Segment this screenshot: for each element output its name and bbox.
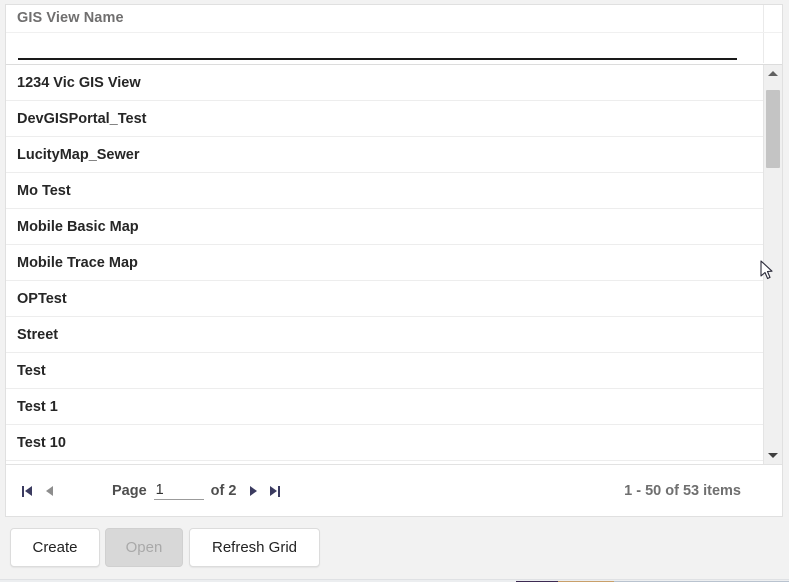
table-row[interactable]: Test 10: [6, 425, 763, 461]
table-row[interactable]: Test 1: [6, 389, 763, 425]
first-page-icon-bar: [22, 485, 24, 497]
gis-view-name-filter-input[interactable]: [18, 35, 737, 60]
grid-rows-viewport: 1234 Vic GIS View DevGISPortal_Test Lucity…: [6, 65, 763, 464]
page-label: Page: [112, 483, 147, 499]
previous-page-button[interactable]: [38, 476, 60, 506]
page-of-label: of 2: [210, 483, 237, 499]
header-scrollbar-gutter: [763, 5, 782, 32]
table-row[interactable]: Mo Test: [6, 173, 763, 209]
grid-filter-row: [6, 33, 782, 63]
pager-navigation: Page of 2: [16, 465, 286, 517]
table-row[interactable]: Mobile Basic Map: [6, 209, 763, 245]
grid-vertical-scrollbar[interactable]: [763, 65, 782, 464]
grid-pager: Page of 2 1 - 50 of 53 items: [6, 464, 782, 516]
last-page-button[interactable]: [264, 476, 286, 506]
grid-header-row: GIS View Name: [6, 5, 782, 33]
table-row[interactable]: Mobile Trace Map: [6, 245, 763, 281]
filter-scrollbar-gutter: [763, 33, 782, 63]
create-button[interactable]: Create: [10, 528, 100, 567]
open-button: Open: [105, 528, 183, 567]
grid-body: 1234 Vic GIS View DevGISPortal_Test Lucity…: [6, 64, 782, 464]
next-page-icon: [249, 486, 257, 496]
last-page-icon: [270, 486, 278, 496]
table-row[interactable]: 1234 Vic GIS View: [6, 65, 763, 101]
table-row[interactable]: OPTest: [6, 281, 763, 317]
action-toolbar: Create Open Refresh Grid: [5, 528, 783, 574]
page-number-input[interactable]: [153, 482, 204, 500]
column-header-gis-view-name[interactable]: GIS View Name: [17, 10, 124, 26]
previous-page-icon: [45, 486, 53, 496]
filter-cell-gis-view-name: [6, 33, 763, 63]
pager-item-count: 1 - 50 of 53 items: [624, 483, 741, 499]
next-page-button[interactable]: [242, 476, 264, 506]
last-page-icon-bar: [278, 485, 281, 497]
table-row[interactable]: Test: [6, 353, 763, 389]
gis-view-grid-panel: GIS View Name 1234 Vic GIS View DevGISPor…: [5, 4, 783, 517]
table-row[interactable]: Street: [6, 317, 763, 353]
gis-view-selection-window: GIS View Name 1234 Vic GIS View DevGISPor…: [0, 0, 789, 582]
scroll-up-button[interactable]: [764, 65, 782, 83]
first-page-button[interactable]: [16, 476, 38, 506]
page-number-group: Page of 2: [112, 482, 242, 500]
scrollbar-thumb[interactable]: [766, 90, 780, 168]
triangle-down-icon: [768, 453, 778, 458]
scroll-down-button[interactable]: [764, 446, 782, 464]
table-row[interactable]: DevGISPortal_Test: [6, 101, 763, 137]
first-page-icon: [25, 486, 32, 496]
triangle-up-icon: [768, 71, 778, 76]
refresh-grid-button[interactable]: Refresh Grid: [189, 528, 320, 567]
table-row[interactable]: LucityMap_Sewer: [6, 137, 763, 173]
